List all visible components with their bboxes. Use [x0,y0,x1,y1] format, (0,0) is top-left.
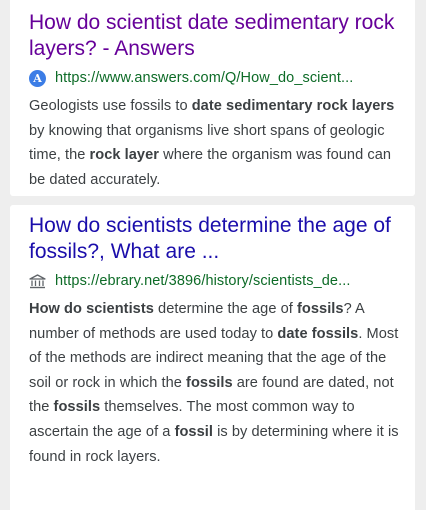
result-url-row[interactable]: A https://www.answers.com/Q/How_do_scien… [29,67,409,89]
snippet-highlight: date sedimentary rock layers [191,98,395,114]
snippet-text: determine the age of [153,301,297,317]
snippet-highlight: fossils [297,301,344,317]
result-title-link[interactable]: How do scientist date sedimentary rock l… [29,10,409,62]
snippet-highlight: How do scientists [29,301,154,317]
result-snippet: How do scientists determine the age of f… [29,297,409,469]
result-url[interactable]: https://ebrary.net/3896/history/scientis… [55,273,351,289]
snippet-text: Geologists use fossils to [29,98,192,114]
result-url[interactable]: https://www.answers.com/Q/How_do_scient.… [55,70,353,86]
search-result-card: How do scientist date sedimentary rock l… [10,0,415,196]
result-title-link[interactable]: How do scientists determine the age of f… [29,213,409,265]
snippet-highlight: rock layer [89,147,159,164]
snippet-highlight: fossils [186,374,233,391]
answers-logo-icon: A [29,69,46,87]
result-url-row[interactable]: https://ebrary.net/3896/history/scientis… [29,270,409,292]
snippet-highlight: date fossils [277,325,359,342]
search-result-card: How do scientists determine the age of f… [10,205,415,510]
snippet-highlight: fossils [53,399,101,416]
snippet-highlight: fossil [174,423,213,440]
library-building-icon [29,273,46,290]
result-snippet: Geologists use fossils to date sedimenta… [29,94,409,192]
